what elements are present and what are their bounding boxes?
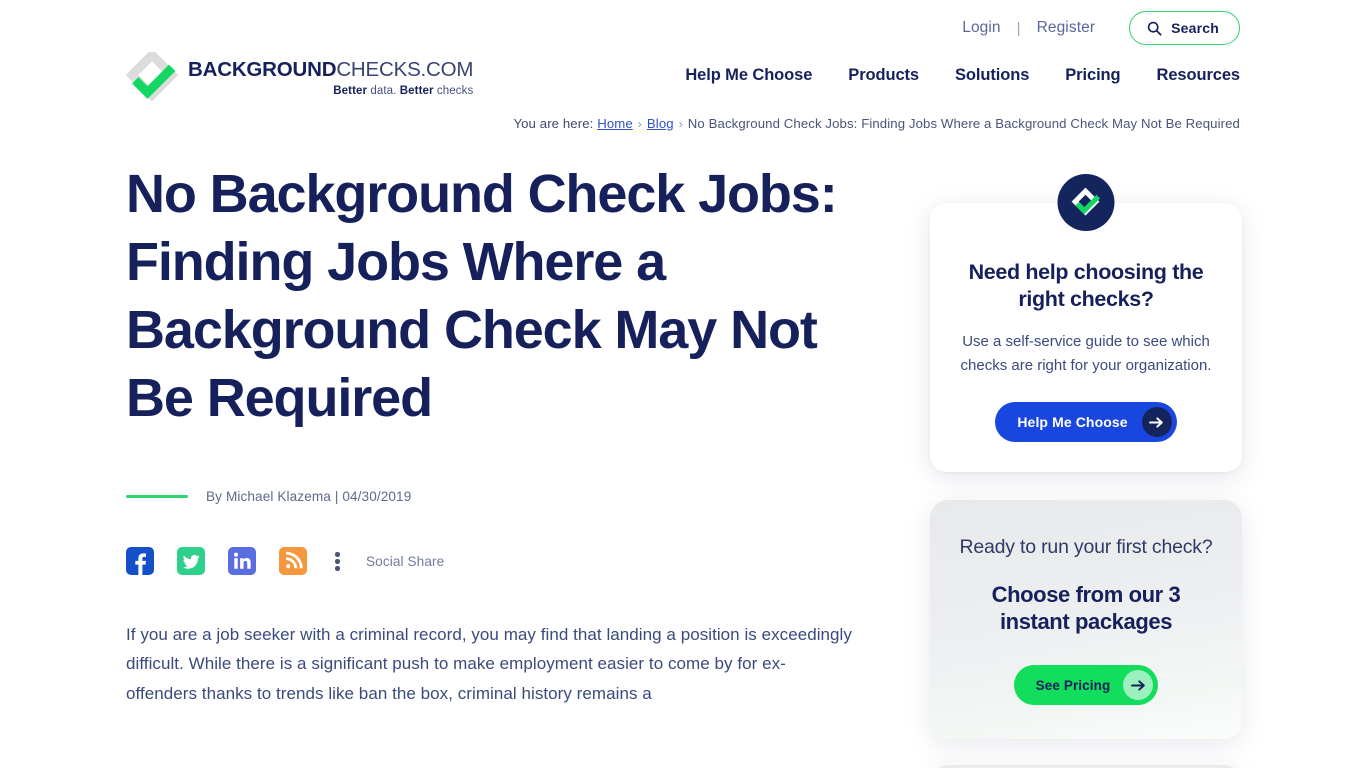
search-button-label: Search [1171, 20, 1219, 36]
rss-icon[interactable] [279, 547, 307, 576]
more-options-icon[interactable] [328, 547, 346, 575]
article-body-paragraph: If you are a job seeker with a criminal … [126, 625, 852, 703]
article-content: No Background Check Jobs: Finding Jobs W… [126, 160, 886, 708]
help-me-choose-button[interactable]: Help Me Choose [995, 402, 1177, 443]
byline-text: By Michael Klazema | 04/30/2019 [206, 489, 412, 505]
nav-item-resources[interactable]: Resources [1157, 66, 1241, 85]
sidebar-card-pricing: Ready to run your first check? Choose fr… [930, 500, 1242, 740]
article-byline: By Michael Klazema | 04/30/2019 [126, 489, 886, 504]
pricing-subheading: Ready to run your first check? [959, 536, 1213, 559]
logo-wordmark: BACKGROUNDCHECKS.COM Better data. Better… [182, 57, 474, 97]
logo-tagline-b2: Better [399, 85, 434, 98]
page-root: Login | Register Search BACKGROUNDCHECKS… [0, 0, 1366, 768]
breadcrumb: You are here: Home › Blog › No Background Ch… [0, 116, 1366, 131]
breadcrumb-arrow-1: › [637, 117, 642, 131]
help-choose-body: Use a self-service guide to see which ch… [960, 333, 1212, 375]
sidebar: Need help choosing the right checks? Use… [930, 174, 1242, 768]
register-link[interactable]: Register [1033, 19, 1100, 37]
pricing-heading: Choose from our 3 instant packages [991, 582, 1181, 634]
social-share-label: Social Share [366, 553, 445, 569]
logo-tagline-b1: Better [333, 85, 368, 98]
arrow-right-icon [1123, 670, 1154, 701]
logo-diamond-check-icon [125, 48, 182, 104]
check-diamond-badge-icon [1057, 174, 1115, 231]
login-link[interactable]: Login [958, 19, 1004, 37]
logo-name-bold: BACKGROUND [188, 57, 337, 81]
see-pricing-button-label: See Pricing [1035, 677, 1111, 693]
breadcrumb-prefix: You are here: [513, 116, 594, 131]
breadcrumb-arrow-2: › [678, 117, 683, 131]
see-pricing-button[interactable]: See Pricing [1013, 665, 1159, 706]
twitter-icon[interactable] [177, 547, 205, 576]
logo-tagline: Better data. Better checks [188, 85, 473, 97]
breadcrumb-link-blog[interactable]: Blog [647, 116, 674, 131]
site-header: BACKGROUNDCHECKS.COM Better data. Better… [0, 48, 1366, 112]
search-icon [1147, 21, 1162, 36]
logo-title: BACKGROUNDCHECKS.COM [188, 57, 474, 81]
nav-item-solutions[interactable]: Solutions [955, 66, 1029, 85]
arrow-right-icon [1141, 407, 1172, 438]
facebook-icon[interactable] [126, 547, 154, 576]
sidebar-card-help-choose: Need help choosing the right checks? Use… [930, 174, 1242, 473]
logo-name-light: CHECKS.COM [336, 57, 474, 81]
main-navigation: Help Me Choose Products Solutions Pricin… [685, 66, 1240, 85]
utility-bar: Login | Register Search [0, 0, 1366, 56]
logo-tagline-t2: checks [433, 85, 474, 98]
social-share-row: Social Share [126, 547, 886, 576]
nav-item-pricing[interactable]: Pricing [1065, 66, 1120, 85]
logo-tagline-t1: data. [367, 85, 400, 98]
search-button[interactable]: Search [1129, 11, 1240, 45]
utility-separator: | [1016, 19, 1021, 37]
breadcrumb-link-home[interactable]: Home [597, 116, 633, 131]
nav-item-help-me-choose[interactable]: Help Me Choose [685, 66, 812, 85]
byline-rule [126, 494, 188, 499]
page-title: No Background Check Jobs: Finding Jobs W… [126, 164, 838, 429]
help-choose-heading: Need help choosing the right checks? [968, 260, 1204, 312]
site-logo[interactable]: BACKGROUNDCHECKS.COM Better data. Better… [125, 48, 474, 104]
utility-links: Login | Register [958, 19, 1099, 37]
linkedin-icon[interactable] [228, 547, 256, 576]
help-me-choose-button-label: Help Me Choose [1017, 414, 1128, 431]
nav-item-products[interactable]: Products [848, 66, 919, 85]
breadcrumb-current: No Background Check Jobs: Finding Jobs W… [687, 116, 1240, 131]
